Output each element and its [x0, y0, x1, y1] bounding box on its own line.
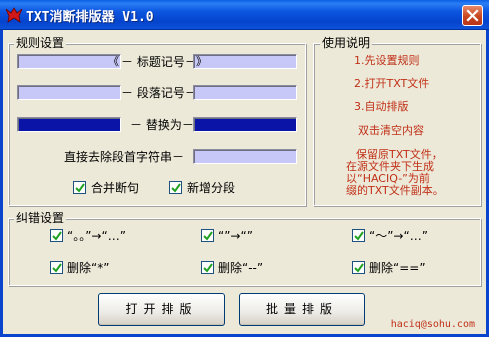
title-mark-open-field[interactable]: 《 — [17, 54, 121, 69]
delete-equals-checkbox[interactable] — [352, 261, 365, 274]
close-icon — [466, 9, 479, 22]
merge-label: 合并断句 — [91, 181, 140, 195]
help-step-3: 3.自动排版 — [354, 100, 409, 113]
replace-from-field[interactable] — [17, 117, 121, 132]
title-bar[interactable]: TXT消断排版器 V1.0 — [0, 0, 489, 30]
batch-format-button[interactable]: 批量排版 — [239, 293, 365, 326]
open-format-button[interactable]: 打开排版 — [98, 293, 225, 326]
help-note-line-4: 缀的TXT文件副本。 — [346, 184, 444, 197]
replace-to-field[interactable] — [193, 117, 297, 132]
paragraph-mark-open-field[interactable] — [17, 85, 121, 100]
delete-star-label: 删除“*” — [67, 261, 110, 275]
dbl-click-hint: 双击清空内容 — [358, 124, 424, 137]
checkmark-icon — [52, 263, 62, 273]
help-step-1: 1.先设置规则 — [354, 54, 420, 67]
help-group-title: 使用说明 — [320, 36, 373, 50]
checkmark-icon — [203, 263, 213, 273]
author-email: haciq@sohu.com — [390, 319, 475, 330]
fix-quotes-label: “”→“” — [218, 229, 253, 243]
checkmark-icon — [171, 183, 181, 193]
title-mark-label: － 标题记号－ — [121, 55, 197, 69]
checkmark-icon — [203, 231, 213, 241]
fix-dots-label: “。。”→“…” — [67, 229, 126, 243]
checkmark-icon — [52, 231, 62, 241]
strip-first-char-label: 直接去除段首字符串－ — [64, 150, 185, 164]
add-paragraph-checkbox[interactable] — [169, 181, 182, 194]
fix-tilde-checkbox[interactable] — [352, 229, 365, 242]
rules-group-title: 规则设置 — [14, 36, 67, 50]
title-mark-close-field[interactable]: 》 — [193, 54, 297, 69]
paragraph-mark-label: － 段落记号－ — [121, 86, 197, 100]
paragraph-mark-close-field[interactable] — [193, 85, 297, 100]
close-button[interactable] — [462, 5, 483, 26]
help-step-2: 2.打开TXT文件 — [354, 77, 430, 90]
correction-group-title: 纠错设置 — [14, 211, 67, 225]
merge-checkbox[interactable] — [73, 181, 86, 194]
delete-star-checkbox[interactable] — [50, 261, 63, 274]
delete-equals-label: 删除“==” — [369, 261, 426, 275]
checkmark-icon — [75, 183, 85, 193]
add-paragraph-label: 新增分段 — [187, 181, 236, 195]
checkmark-icon — [354, 263, 364, 273]
replace-label: － 替换为－ — [130, 118, 194, 132]
checkmark-icon — [354, 231, 364, 241]
fix-quotes-checkbox[interactable] — [201, 229, 214, 242]
fix-tilde-label: “～”→“…” — [369, 229, 428, 243]
strip-first-char-field[interactable] — [193, 149, 297, 164]
fix-dots-checkbox[interactable] — [50, 229, 63, 242]
delete-dash-label: 删除“--” — [218, 261, 264, 275]
app-icon — [5, 7, 23, 23]
delete-dash-checkbox[interactable] — [201, 261, 214, 274]
window-title: TXT消断排版器 V1.0 — [26, 10, 154, 25]
